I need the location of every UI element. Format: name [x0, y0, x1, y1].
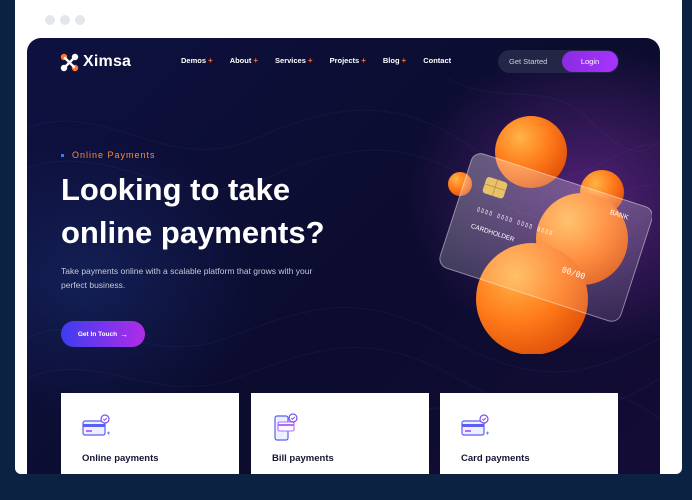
nav-item-label: Blog [382, 56, 400, 65]
mobile-payment-icon [271, 413, 305, 443]
login-button[interactable]: Login [562, 51, 618, 72]
nav-item-demos[interactable]: Demos + [181, 56, 213, 65]
glass-card: ▯▯▯▯ ▯▯▯▯ ▯▯▯▯ ▯▯▯▯ CARDHOLDER BANK 00/0… [439, 153, 652, 322]
nav-item-blog[interactable]: Blog + [383, 56, 406, 65]
feature-card-bill-payments[interactable]: Bill payments [251, 393, 429, 474]
hero-title: Looking to take online payments? [61, 172, 325, 250]
nav-item-label: Demos [181, 56, 207, 65]
nav-item-projects[interactable]: Projects + [330, 56, 366, 65]
plus-icon: + [307, 56, 313, 65]
nav-item-label: Projects [329, 56, 360, 65]
payment-card-illustration: ▯▯▯▯ ▯▯▯▯ ▯▯▯▯ ▯▯▯▯ CARDHOLDER BANK 00/0… [439, 116, 652, 354]
feature-card-card-payments[interactable]: Card payments [440, 393, 618, 474]
main-nav: Demos + About + Services + Projects + Bl… [181, 56, 468, 65]
nav-item-label: Services [275, 56, 306, 65]
feature-title: Online payments [82, 453, 159, 464]
nav-item-label: About [229, 56, 252, 65]
arrow-right-icon: → [120, 329, 129, 339]
feature-title: Card payments [461, 453, 530, 464]
get-started-button[interactable]: Get Started [509, 50, 547, 73]
brand-name: Ximsa [83, 53, 132, 70]
nav-item-services[interactable]: Services + [275, 56, 313, 65]
website-page: Ximsa Demos + About + Services + Project… [27, 38, 660, 474]
hero-description: Take payments online with a scalable pla… [61, 266, 313, 290]
plus-icon: + [361, 56, 366, 65]
cta-label: Get In Touch [77, 330, 118, 338]
plus-icon: + [253, 56, 259, 65]
logo-mark-icon [60, 53, 79, 72]
nav-item-label: Contact [423, 56, 452, 65]
auth-actions: Get Started Login [498, 50, 619, 73]
nav-item-contact[interactable]: Contact [423, 56, 451, 65]
feature-card-online-payments[interactable]: Online payments [61, 393, 239, 474]
window-dot-icon [75, 15, 85, 25]
feature-title: Bill payments [272, 453, 334, 464]
credit-card-icon [81, 413, 115, 443]
window-dot-icon [60, 15, 70, 25]
plus-icon: + [208, 56, 213, 65]
eyebrow-text: Online Payments [72, 150, 156, 160]
nav-item-about[interactable]: About + [230, 56, 258, 65]
get-in-touch-button[interactable]: Get In Touch → [61, 321, 145, 347]
brand-logo[interactable]: Ximsa [60, 52, 131, 72]
credit-card-icon [460, 413, 494, 443]
window-dot-icon [45, 15, 55, 25]
browser-toolbar [15, 0, 682, 38]
plus-icon: + [401, 56, 407, 65]
square-bullet-icon [61, 153, 64, 157]
hero-eyebrow: Online Payments [61, 150, 156, 160]
